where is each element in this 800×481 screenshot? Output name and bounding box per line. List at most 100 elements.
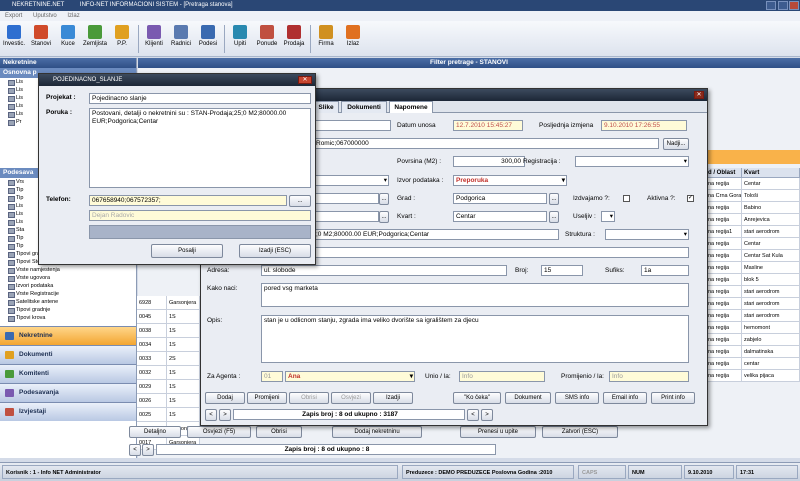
tree-item[interactable]: Satelitske antene — [0, 298, 136, 306]
cell-id[interactable]: 0034 — [137, 338, 167, 352]
cell-kvart[interactable]: velika pijaca — [742, 370, 800, 382]
izadji-detail-button[interactable]: Izadji — [373, 392, 413, 404]
cell-kvart[interactable]: stari aerodrom — [742, 226, 800, 238]
detaljno-button[interactable]: Detaljno — [129, 426, 181, 438]
cell-type[interactable]: 1S — [167, 338, 200, 352]
nav-dokumenti[interactable]: Dokumenti — [0, 345, 136, 364]
close-icon[interactable]: ✕ — [694, 91, 704, 99]
cell-type[interactable]: 1S — [167, 366, 200, 380]
print-info-button[interactable]: Print info — [651, 392, 695, 404]
prev-record-button[interactable]: < — [129, 444, 141, 456]
next-record-button[interactable]: > — [142, 444, 154, 456]
cell-type[interactable]: 1S — [167, 380, 200, 394]
posalji-button[interactable]: Posalji — [151, 244, 223, 258]
cell-kvart[interactable]: Masline — [742, 262, 800, 274]
field-blank[interactable] — [313, 247, 689, 258]
tree-item[interactable]: Vrste ugovora — [0, 274, 136, 282]
poruka-field[interactable]: Postovani, detalji o nekretnini su : STA… — [89, 108, 311, 188]
povrsina-field[interactable]: 300,00 — [453, 156, 525, 167]
cell-type[interactable]: Garsonjera — [167, 296, 200, 310]
opis-kratki-field[interactable]: ;0 M2;80000.00 EUR;Podgorica;Centar — [313, 229, 559, 240]
tab-dokumenti[interactable]: Dokumenti — [341, 101, 387, 113]
toolbar-izlaz-button[interactable]: Izlaz — [340, 23, 366, 55]
toolbar-upiti-button[interactable]: Upiti — [227, 23, 253, 55]
telefon-browse-button[interactable]: ... — [289, 195, 311, 207]
izvor-select[interactable]: Preporuka ▾ — [453, 175, 567, 186]
toolbar-klijenti-button[interactable]: Klijenti — [141, 23, 167, 55]
toolbar-prodaja-button[interactable]: Prodaja — [281, 23, 307, 55]
cell-oblast[interactable]: na regija — [706, 298, 742, 310]
toolbar-radnici-button[interactable]: Radnici — [168, 23, 194, 55]
cell-type[interactable]: 1S — [167, 310, 200, 324]
cell-oblast[interactable]: na regija — [706, 346, 742, 358]
detail-next-button[interactable]: > — [219, 409, 231, 421]
cell-oblast[interactable]: na regija — [706, 310, 742, 322]
toolbar-ponude-button[interactable]: Ponude — [254, 23, 280, 55]
osvjezi-button[interactable]: Osvjezi (F5) — [187, 426, 251, 438]
toolbar-investic-button[interactable]: Investic. — [1, 23, 27, 55]
cell-oblast[interactable]: na regija — [706, 250, 742, 262]
cell-id[interactable]: 0038 — [137, 324, 167, 338]
cell-oblast[interactable]: na regija — [706, 334, 742, 346]
cell-id[interactable]: 0025 — [137, 408, 167, 422]
dokument-button[interactable]: Dokument — [505, 392, 551, 404]
nav-komitenti[interactable]: Komitenti — [0, 364, 136, 383]
cell-kvart[interactable]: Anrejevica — [742, 214, 800, 226]
minimize-button[interactable] — [766, 1, 776, 10]
sms-info-button[interactable]: SMS info — [555, 392, 599, 404]
adresa-field[interactable]: ul. slobode — [261, 265, 507, 276]
cell-id[interactable]: 0032 — [137, 366, 167, 380]
cell-oblast[interactable]: na regija — [706, 286, 742, 298]
field-left-top[interactable] — [313, 120, 391, 131]
broj-field[interactable]: 15 — [541, 265, 583, 276]
grad-browse-button[interactable]: ... — [549, 193, 559, 205]
toolbar-podesi-button[interactable]: Podesi — [195, 23, 221, 55]
ko-ceka-button[interactable]: "Ko čeka" — [453, 392, 501, 404]
tree-item[interactable]: Tipovi krova — [0, 314, 136, 322]
menu-export[interactable]: Export — [5, 13, 22, 19]
tab-napomene[interactable]: Napomene — [389, 101, 433, 113]
cell-id[interactable]: 6928 — [137, 296, 167, 310]
cell-type[interactable]: 2S — [167, 352, 200, 366]
browse-button[interactable]: ... — [379, 193, 389, 205]
menu-uputstvo[interactable]: Uputstvo — [33, 13, 57, 19]
field-left-3[interactable] — [313, 193, 379, 204]
maximize-button[interactable] — [778, 1, 788, 10]
osvjezi-detail-button[interactable]: Osvjezi — [331, 392, 371, 404]
cell-kvart[interactable]: Tološi — [742, 190, 800, 202]
cell-id[interactable]: 0033 — [137, 352, 167, 366]
klijent-field[interactable]: Romic;067000000 — [313, 138, 659, 149]
registracija-select[interactable]: ▾ — [575, 156, 689, 167]
dodaj-nekretninu-button[interactable]: Dodaj nekretninu — [332, 426, 422, 438]
sufiks-field[interactable]: 1a — [641, 265, 689, 276]
close-button[interactable] — [789, 1, 799, 10]
detail-next-button-2[interactable]: > — [481, 409, 493, 421]
nav-podesavanja[interactable]: Podesavanja — [0, 383, 136, 402]
telefon-field[interactable]: 067658940;067572357; — [89, 195, 287, 206]
promijeni-button[interactable]: Promijeni — [247, 392, 287, 404]
cell-kvart[interactable]: zabjelo — [742, 334, 800, 346]
cell-kvart[interactable]: Centar Sat Kula — [742, 250, 800, 262]
cell-kvart[interactable]: dalmatinska — [742, 346, 800, 358]
tree-item[interactable]: Tipovi gradnje — [0, 306, 136, 314]
cell-kvart[interactable]: hemomont — [742, 322, 800, 334]
nadji-button[interactable]: Nadji... — [663, 138, 689, 150]
cell-oblast[interactable]: na regija — [706, 322, 742, 334]
toolbar-kuce-button[interactable]: Kuce — [55, 23, 81, 55]
struktura-select[interactable]: ▾ — [605, 229, 689, 240]
cell-type[interactable]: 1S — [167, 324, 200, 338]
cell-kvart[interactable]: Centar — [742, 178, 800, 190]
projekat-field[interactable]: Pojedinacno slanje — [89, 93, 311, 104]
detail-prev-button[interactable]: < — [205, 409, 217, 421]
cell-kvart[interactable]: stari aerodrom — [742, 310, 800, 322]
toolbar-pp-button[interactable]: P.P. — [109, 23, 135, 55]
izadji-button[interactable]: Izadji (ESC) — [239, 244, 311, 258]
tree-item[interactable]: Vrste namjestenja — [0, 266, 136, 274]
tree-item[interactable]: Vrste Registracije — [0, 290, 136, 298]
cell-type[interactable]: 1S — [167, 408, 200, 422]
browse-button[interactable]: ... — [379, 211, 389, 223]
field-left-2[interactable]: ▾ — [313, 175, 389, 186]
useljiv-select[interactable]: ▾ — [601, 211, 615, 222]
cell-kvart[interactable]: stari aerodrom — [742, 298, 800, 310]
cell-oblast[interactable]: na regija — [706, 274, 742, 286]
